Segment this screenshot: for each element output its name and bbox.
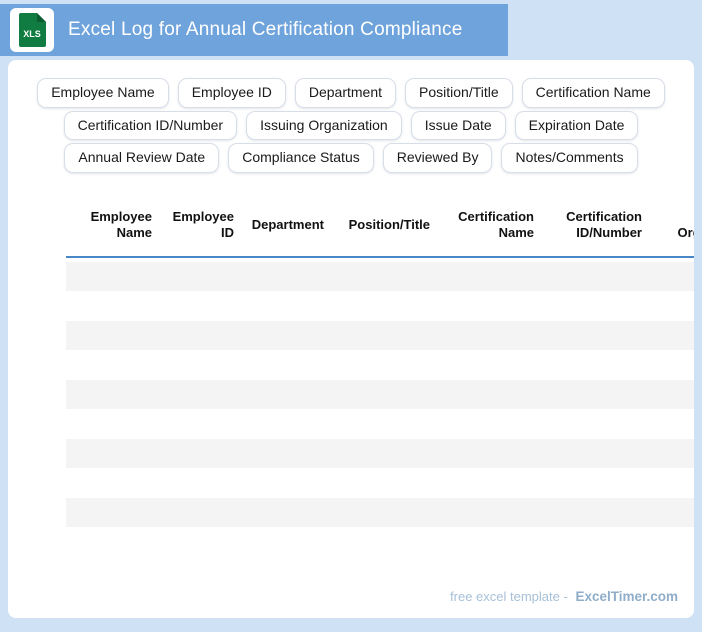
column-header-certification-name: Certification Name bbox=[458, 209, 534, 240]
header: XLS Excel Log for Annual Certification C… bbox=[0, 4, 508, 56]
chip-position-title[interactable]: Position/Title bbox=[405, 78, 513, 108]
table-row bbox=[66, 291, 694, 321]
column-header-issuing-organization: Issuing Organization bbox=[677, 225, 694, 240]
table-row bbox=[66, 497, 694, 527]
table-header: Employee Name Employee ID Department Pos… bbox=[66, 195, 694, 258]
column-header-certification-id-number: Certification ID/Number bbox=[566, 209, 642, 240]
chip-employee-name[interactable]: Employee Name bbox=[37, 78, 169, 108]
chip-reviewed-by[interactable]: Reviewed By bbox=[382, 143, 493, 173]
chip-department[interactable]: Department bbox=[294, 78, 397, 108]
chip-row: Employee Name Employee ID Department Pos… bbox=[8, 78, 694, 108]
svg-text:XLS: XLS bbox=[23, 29, 41, 39]
chip-expiration-date[interactable]: Expiration Date bbox=[514, 110, 639, 140]
table-row bbox=[66, 438, 694, 468]
chip-compliance-status[interactable]: Compliance Status bbox=[228, 143, 374, 173]
content-panel: Employee Name Employee ID Department Pos… bbox=[8, 60, 694, 618]
footer-brand-link[interactable]: ExcelTimer.com bbox=[575, 589, 678, 604]
column-header-employee-name: Employee Name bbox=[90, 209, 152, 240]
table-row bbox=[66, 409, 694, 439]
chip-certification-name[interactable]: Certification Name bbox=[521, 78, 665, 108]
chip-certification-id-number[interactable]: Certification ID/Number bbox=[63, 110, 238, 140]
compliance-log-table: Employee Name Employee ID Department Pos… bbox=[66, 195, 694, 557]
page: XLS Excel Log for Annual Certification C… bbox=[0, 0, 702, 632]
table-row bbox=[66, 350, 694, 380]
column-header-employee-id: Employee ID bbox=[172, 209, 234, 240]
chip-row: Certification ID/Number Issuing Organiza… bbox=[8, 110, 694, 140]
page-title: Excel Log for Annual Certification Compl… bbox=[68, 19, 463, 40]
table-row bbox=[66, 379, 694, 409]
column-header-position-title: Position/Title bbox=[348, 217, 430, 233]
chip-annual-review-date[interactable]: Annual Review Date bbox=[64, 143, 220, 173]
footer-text: free excel template - bbox=[450, 589, 568, 604]
table-row bbox=[66, 261, 694, 291]
table-row bbox=[66, 527, 694, 557]
field-chips: Employee Name Employee ID Department Pos… bbox=[8, 60, 694, 173]
table-row bbox=[66, 468, 694, 498]
chip-issuing-organization[interactable]: Issuing Organization bbox=[246, 110, 402, 140]
chip-notes-comments[interactable]: Notes/Comments bbox=[501, 143, 638, 173]
chip-issue-date[interactable]: Issue Date bbox=[410, 110, 506, 140]
chip-employee-id[interactable]: Employee ID bbox=[177, 78, 286, 108]
footer: free excel template - ExcelTimer.com bbox=[450, 589, 678, 604]
column-header-department: Department bbox=[251, 217, 324, 233]
chip-row: Annual Review Date Compliance Status Rev… bbox=[8, 143, 694, 173]
table-body bbox=[66, 261, 694, 557]
xls-icon: XLS bbox=[10, 8, 54, 52]
table-row bbox=[66, 320, 694, 350]
